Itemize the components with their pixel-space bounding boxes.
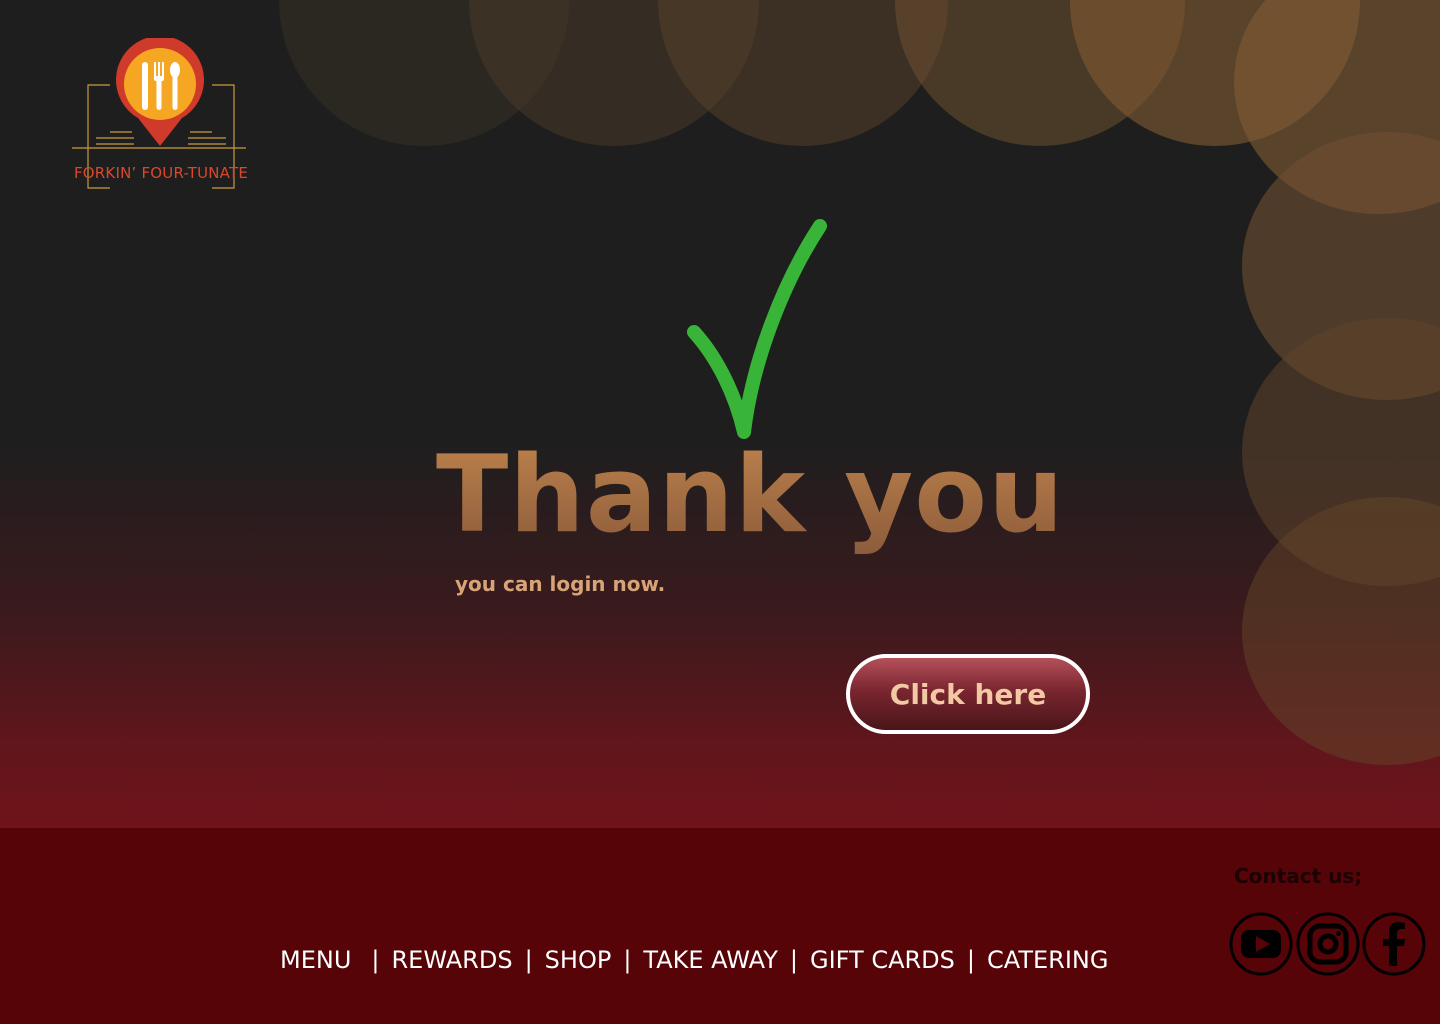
bokeh-circle bbox=[1242, 132, 1440, 400]
nav-separator: | bbox=[789, 946, 798, 974]
nav-separator: | bbox=[371, 946, 380, 974]
bokeh-circle bbox=[469, 0, 759, 146]
contact-label: Contact us; bbox=[1234, 864, 1363, 888]
bokeh-circle bbox=[895, 0, 1185, 146]
login-message: you can login now. bbox=[455, 572, 666, 596]
bokeh-circle bbox=[1070, 0, 1360, 146]
page-title: Thank you! bbox=[436, 430, 1113, 560]
bokeh-circle bbox=[658, 0, 948, 146]
click-here-label: Click here bbox=[889, 677, 1047, 711]
instagram-icon[interactable] bbox=[1296, 912, 1360, 976]
bokeh-circle bbox=[1242, 497, 1440, 765]
footer-nav: MENU | REWARDS | SHOP | TAKE AWAY | GIFT… bbox=[280, 946, 1108, 974]
nav-link-rewards[interactable]: REWARDS bbox=[391, 946, 512, 974]
nav-separator: | bbox=[966, 946, 975, 974]
nav-separator: | bbox=[623, 946, 632, 974]
bokeh-circle bbox=[279, 0, 569, 146]
nav-link-take-away[interactable]: TAKE AWAY bbox=[643, 946, 777, 974]
youtube-icon[interactable] bbox=[1229, 912, 1293, 976]
nav-link-menu[interactable]: MENU bbox=[280, 946, 351, 974]
click-here-button[interactable]: Click here bbox=[846, 654, 1090, 734]
facebook-icon[interactable] bbox=[1362, 912, 1426, 976]
brand-name: FORKIN’ FOUR-TUNATE bbox=[73, 164, 249, 182]
footer: MENU | REWARDS | SHOP | TAKE AWAY | GIFT… bbox=[0, 828, 1440, 1024]
bokeh-circle bbox=[1234, 0, 1440, 214]
green-checkmark-icon bbox=[687, 219, 827, 439]
bokeh-circle bbox=[1242, 318, 1440, 586]
nav-link-catering[interactable]: CATERING bbox=[987, 946, 1108, 974]
nav-separator: | bbox=[524, 946, 533, 974]
nav-link-gift-cards[interactable]: GIFT CARDS bbox=[810, 946, 955, 974]
nav-link-shop[interactable]: SHOP bbox=[545, 946, 612, 974]
brand-logo[interactable]: FORKIN’ FOUR-TUNATE bbox=[70, 38, 252, 194]
